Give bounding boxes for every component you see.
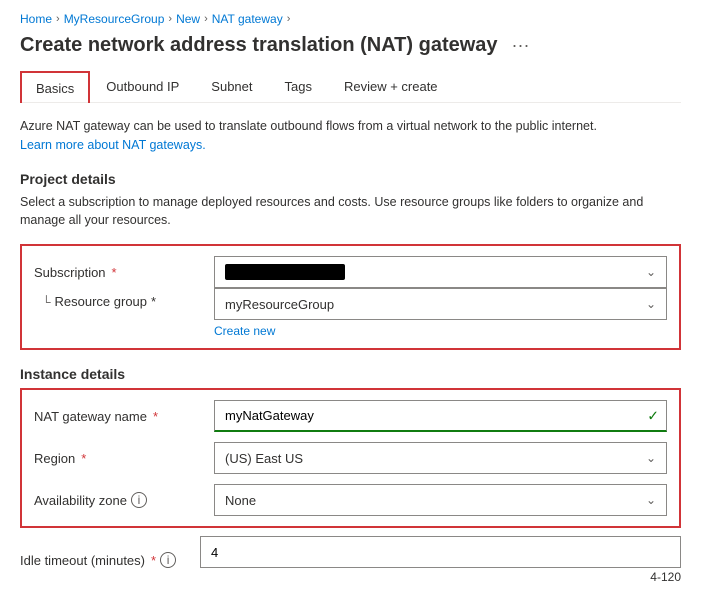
tabs-bar: Basics Outbound IP Subnet Tags Review + …	[20, 71, 681, 103]
breadcrumb: Home › MyResourceGroup › New › NAT gatew…	[20, 12, 681, 26]
nat-gateway-name-row: NAT gateway name * ✓	[34, 400, 667, 432]
availability-zone-dropdown[interactable]: None ⌄	[214, 484, 667, 516]
resource-group-row: └ Resource group * myResourceGroup ⌄ Cre…	[34, 288, 667, 338]
resource-group-chevron-icon: ⌄	[646, 297, 656, 311]
tab-basics[interactable]: Basics	[20, 71, 90, 103]
tab-review-create[interactable]: Review + create	[328, 71, 454, 102]
nat-gateway-name-label: NAT gateway name *	[34, 409, 214, 424]
more-options-icon[interactable]: ···	[512, 35, 530, 56]
region-chevron-icon: ⌄	[646, 451, 656, 465]
region-label: Region *	[34, 451, 214, 466]
availability-zone-info-icon[interactable]: i	[131, 492, 147, 508]
breadcrumb-home[interactable]: Home	[20, 12, 52, 26]
resource-group-label: Resource group	[55, 294, 148, 309]
project-details-title: Project details	[20, 171, 681, 187]
breadcrumb-new[interactable]: New	[176, 12, 200, 26]
valid-check-icon: ✓	[647, 408, 659, 425]
learn-more-link[interactable]: Learn more about NAT gateways.	[20, 138, 206, 152]
idle-timeout-input[interactable]	[200, 536, 681, 568]
region-control: (US) East US ⌄	[214, 442, 667, 474]
idle-timeout-control: 4-120	[200, 536, 681, 584]
page-header: Create network address translation (NAT)…	[20, 34, 681, 57]
region-dropdown[interactable]: (US) East US ⌄	[214, 442, 667, 474]
nat-gateway-name-input[interactable]	[214, 400, 667, 432]
availability-zone-control: None ⌄	[214, 484, 667, 516]
idle-timeout-info-icon[interactable]: i	[160, 552, 176, 568]
nat-gateway-name-control: ✓	[214, 400, 667, 432]
resource-group-dropdown[interactable]: myResourceGroup ⌄	[214, 288, 667, 320]
availability-zone-label: Availability zone i	[34, 492, 214, 508]
subscription-value-redacted	[225, 264, 345, 280]
tab-subnet[interactable]: Subnet	[195, 71, 268, 102]
resource-group-control: myResourceGroup ⌄ Create new	[214, 288, 667, 338]
tab-outbound-ip[interactable]: Outbound IP	[90, 71, 195, 102]
subscription-chevron-icon: ⌄	[646, 265, 656, 279]
create-new-link[interactable]: Create new	[214, 324, 667, 338]
description-text: Azure NAT gateway can be used to transla…	[20, 119, 597, 133]
availability-zone-row: Availability zone i None ⌄	[34, 484, 667, 516]
subscription-dropdown[interactable]: ⌄	[214, 256, 667, 288]
subscription-row: Subscription * ⌄	[34, 256, 667, 288]
region-row: Region * (US) East US ⌄	[34, 442, 667, 474]
resource-group-value: myResourceGroup	[225, 297, 334, 312]
idle-timeout-label: Idle timeout (minutes) * i	[20, 552, 200, 568]
page-container: Home › MyResourceGroup › New › NAT gatew…	[0, 0, 701, 604]
availability-zone-value: None	[225, 493, 256, 508]
breadcrumb-resource-group[interactable]: MyResourceGroup	[64, 12, 165, 26]
description-block: Azure NAT gateway can be used to transla…	[20, 117, 681, 155]
instance-details-title: Instance details	[20, 366, 681, 382]
idle-timeout-row: Idle timeout (minutes) * i 4-120	[20, 536, 681, 584]
availability-zone-chevron-icon: ⌄	[646, 493, 656, 507]
instance-details-box: NAT gateway name * ✓ Region * (US) East …	[20, 388, 681, 528]
page-title: Create network address translation (NAT)…	[20, 34, 498, 57]
breadcrumb-nat-gateway[interactable]: NAT gateway	[212, 12, 283, 26]
subscription-label: Subscription *	[34, 265, 214, 280]
subscription-control: ⌄	[214, 256, 667, 288]
region-value: (US) East US	[225, 451, 303, 466]
tab-tags[interactable]: Tags	[269, 71, 328, 102]
project-details-description: Select a subscription to manage deployed…	[20, 193, 681, 231]
idle-timeout-range: 4-120	[200, 570, 681, 584]
project-details-box: Subscription * ⌄ └ Resource group *	[20, 244, 681, 350]
